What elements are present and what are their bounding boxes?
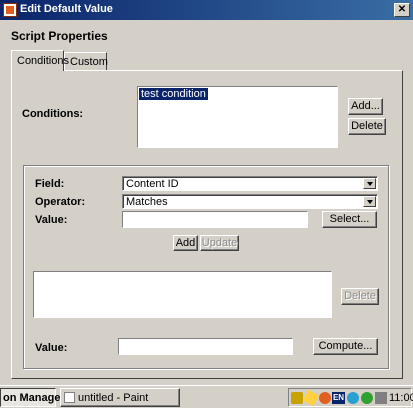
condition-text-area[interactable] [33, 271, 332, 318]
paint-icon [64, 392, 75, 403]
field-select-value: Content ID [126, 178, 179, 190]
speaker-icon[interactable] [375, 392, 387, 404]
taskbar-item-manager[interactable]: on Manage... [0, 388, 70, 407]
add-button[interactable]: Add [173, 235, 198, 251]
tab-conditions[interactable]: Conditions [11, 50, 69, 71]
update-button[interactable]: Update [200, 235, 239, 251]
footer-value-input[interactable] [118, 338, 293, 355]
tray-app-icon[interactable] [291, 392, 303, 404]
chevron-down-icon[interactable] [363, 196, 376, 207]
conditions-list[interactable]: test condition [137, 86, 338, 148]
clock[interactable]: 11:00 [389, 392, 413, 404]
taskbar-item-paint[interactable]: untitled - Paint [60, 388, 180, 407]
value-label: Value: [35, 214, 68, 226]
language-indicator[interactable]: EN [332, 392, 345, 404]
field-label: Field: [35, 178, 65, 190]
section-title: Script Properties [11, 29, 108, 43]
footer-value-label: Value: [35, 342, 68, 354]
tab-custom-label: Custom [70, 56, 108, 68]
taskbar-item-paint-label: untitled - Paint [78, 392, 149, 404]
operator-select-value: Matches [126, 196, 168, 208]
field-select[interactable]: Content ID [122, 176, 378, 191]
chevron-down-icon[interactable] [363, 178, 376, 189]
operator-label: Operator: [35, 196, 86, 208]
select-button[interactable]: Select... [322, 211, 377, 228]
conditions-label: Conditions: [22, 108, 84, 120]
compute-button[interactable]: Compute... [313, 338, 378, 355]
add-condition-button[interactable]: Add... [348, 98, 383, 115]
system-tray: EN 11:00 [288, 388, 413, 407]
globe-icon[interactable] [361, 392, 373, 404]
operator-select[interactable]: Matches [122, 194, 378, 209]
network-icon[interactable] [347, 392, 359, 404]
tray-tool-icon[interactable] [319, 392, 331, 404]
pencil-icon[interactable] [302, 389, 320, 407]
title-bar[interactable]: Edit Default Value ✕ [0, 0, 413, 20]
value-input[interactable] [122, 211, 308, 228]
list-item[interactable]: test condition [139, 88, 208, 100]
close-icon: ✕ [397, 4, 407, 15]
tab-custom[interactable]: Custom [64, 52, 108, 70]
app-icon [3, 3, 17, 17]
delete-condition-button[interactable]: Delete [348, 118, 386, 135]
window-title: Edit Default Value [20, 3, 113, 15]
close-button[interactable]: ✕ [394, 3, 410, 17]
taskbar: on Manage... untitled - Paint EN 11:00 [0, 385, 413, 408]
tab-conditions-label: Conditions [17, 55, 69, 67]
delete-button[interactable]: Delete [341, 288, 379, 305]
